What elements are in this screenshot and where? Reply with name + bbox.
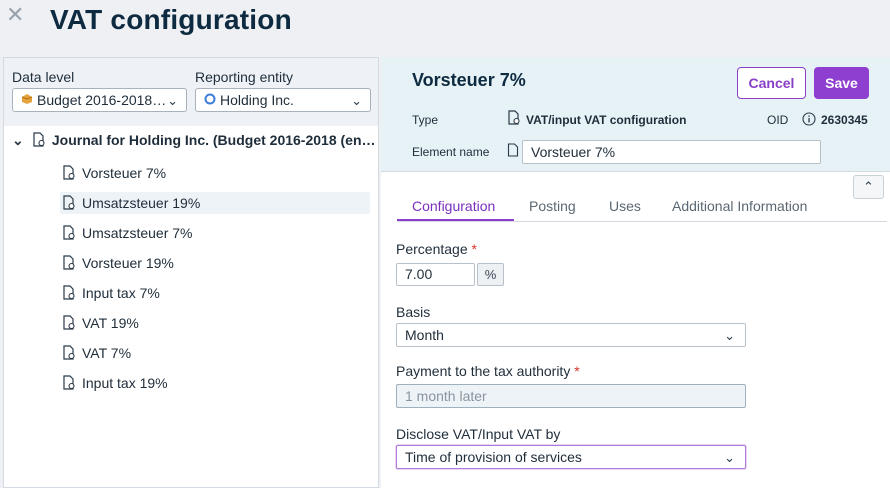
cancel-button[interactable]: Cancel: [737, 67, 806, 99]
chevron-down-icon: ⌄: [724, 328, 735, 343]
tree-item[interactable]: Input tax 19%: [60, 372, 370, 394]
tree-item[interactable]: Umsatzsteuer 7%: [60, 222, 370, 244]
disclose-value: Time of provision of services: [405, 449, 582, 465]
tree-item[interactable]: Input tax 7%: [60, 282, 370, 304]
left-panel: Data level Budget 2016-2018… ⌄ Reporting…: [3, 57, 379, 488]
document-gear-icon: [62, 374, 76, 390]
payment-label-text: Payment to the tax authority: [396, 363, 571, 379]
detail-panel: Vorsteuer 7% Cancel Save Type VAT/input …: [381, 57, 890, 488]
oid-value: 2630345: [821, 113, 868, 127]
tree-item-label: Input tax 7%: [82, 285, 160, 301]
document-gear-icon: [32, 132, 46, 147]
element-title: Vorsteuer 7%: [412, 70, 526, 90]
tree-item-label: Input tax 19%: [82, 375, 168, 391]
tree-item-label: Umsatzsteuer 19%: [82, 195, 201, 211]
document-gear-icon: [62, 284, 76, 300]
chevron-down-icon: ⌄: [351, 93, 362, 108]
oid-label: OID: [767, 113, 789, 127]
filter-bar: Data level Budget 2016-2018… ⌄ Reporting…: [4, 58, 378, 126]
reporting-entity-select[interactable]: Holding Inc. ⌄: [195, 88, 371, 112]
payment-input[interactable]: 1 month later: [396, 384, 746, 408]
close-icon[interactable]: ✕: [6, 4, 24, 26]
chevron-down-icon: ⌄: [167, 93, 178, 108]
tree-item[interactable]: Vorsteuer 19%: [60, 252, 370, 274]
percentage-label: Percentage *: [396, 241, 477, 257]
tree-item-label: Umsatzsteuer 7%: [82, 225, 193, 241]
tree-item[interactable]: Vorsteuer 7%: [60, 162, 370, 184]
document-gear-icon: [62, 314, 76, 330]
basis-select[interactable]: Month ⌄: [396, 323, 746, 347]
tree-item[interactable]: Umsatzsteuer 19%: [60, 192, 370, 214]
active-tab-indicator: [397, 219, 514, 221]
tree-root[interactable]: ⌄ Journal for Holding Inc. (Budget 2016-…: [12, 132, 376, 149]
document-gear-icon: [62, 194, 76, 210]
tree-item[interactable]: VAT 7%: [60, 342, 370, 364]
budget-icon: [21, 89, 33, 111]
document-gear-icon: [62, 344, 76, 360]
tab-bar: Configuration Posting Uses Additional In…: [397, 189, 887, 222]
tree-root-label: Journal for Holding Inc. (Budget 2016-20…: [51, 132, 376, 148]
document-gear-icon: [62, 164, 76, 180]
document-gear-icon: [507, 110, 521, 130]
disclose-select[interactable]: Time of provision of services ⌄: [396, 445, 746, 469]
data-level-value: Budget 2016-2018…: [37, 92, 167, 108]
reporting-entity-value: Holding Inc.: [220, 92, 294, 108]
data-level-label: Data level: [12, 69, 75, 85]
tree-item[interactable]: VAT 19%: [60, 312, 370, 334]
element-name-label: Element name: [412, 145, 490, 159]
top-bar: ✕ VAT configuration: [0, 0, 890, 56]
document-gear-icon: [62, 224, 76, 240]
info-icon[interactable]: [802, 112, 816, 131]
basis-value: Month: [405, 327, 444, 343]
percentage-input[interactable]: 7.00: [396, 263, 475, 286]
data-level-select[interactable]: Budget 2016-2018… ⌄: [12, 88, 187, 112]
tab-posting[interactable]: Posting: [529, 198, 576, 214]
detail-header: Vorsteuer 7% Cancel Save Type VAT/input …: [381, 57, 890, 172]
type-value: VAT/input VAT configuration: [526, 113, 687, 127]
payment-label: Payment to the tax authority *: [396, 363, 580, 379]
tree-item-label: VAT 7%: [82, 345, 132, 361]
tab-configuration[interactable]: Configuration: [412, 198, 495, 214]
required-mark: *: [574, 363, 580, 379]
chevron-down-icon[interactable]: ⌄: [12, 132, 28, 149]
percentage-label-text: Percentage: [396, 241, 468, 257]
tree-item-label: Vorsteuer 19%: [82, 255, 174, 271]
page-title: VAT configuration: [50, 4, 292, 35]
document-icon: [507, 143, 519, 162]
tab-uses[interactable]: Uses: [609, 198, 641, 214]
element-name-input[interactable]: Vorsteuer 7%: [522, 140, 821, 164]
basis-label: Basis: [396, 304, 431, 320]
tree-item-label: VAT 19%: [82, 315, 139, 331]
reporting-entity-label: Reporting entity: [195, 69, 294, 85]
document-gear-icon: [62, 254, 76, 270]
type-label: Type: [412, 113, 439, 127]
entity-icon: [204, 89, 216, 111]
percentage-unit: %: [477, 263, 504, 286]
disclose-label: Disclose VAT/Input VAT by: [396, 426, 561, 442]
tree-item-label: Vorsteuer 7%: [82, 165, 167, 181]
chevron-down-icon: ⌄: [724, 450, 735, 465]
tab-additional-information[interactable]: Additional Information: [672, 198, 807, 214]
required-mark: *: [471, 241, 477, 257]
save-button[interactable]: Save: [814, 67, 869, 99]
